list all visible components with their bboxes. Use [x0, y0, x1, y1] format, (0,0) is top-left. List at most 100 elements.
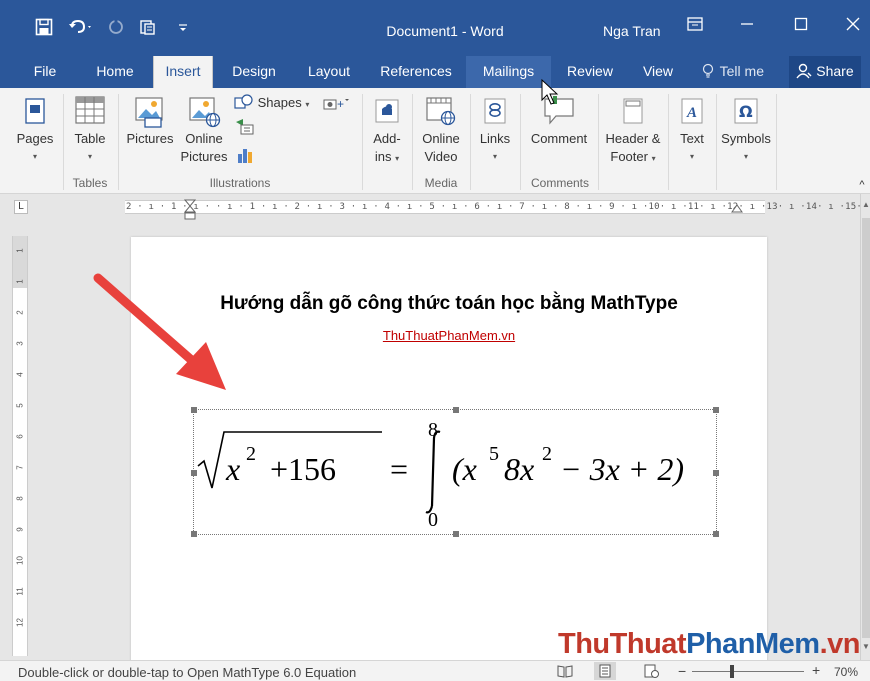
svg-text:+: + [337, 97, 344, 110]
smartart-button[interactable] [234, 118, 256, 141]
zoom-level[interactable]: 70% [834, 665, 858, 679]
vertical-ruler-number: 1 [15, 248, 25, 253]
maximize-icon[interactable] [786, 16, 816, 36]
tab-references[interactable]: References [374, 56, 458, 88]
read-mode-icon[interactable] [557, 664, 573, 681]
close-icon[interactable] [838, 16, 868, 36]
mathtype-equation[interactable]: x 2 +156 = 8 0 (x 5 8x 2 − 3x + 2) [191, 407, 719, 537]
tab-review[interactable]: Review [559, 56, 621, 88]
zoom-in-icon[interactable]: + [812, 662, 820, 678]
eq-upper-limit: 8 [428, 419, 438, 441]
lightbulb-icon [702, 56, 716, 86]
eq-sqrt-arg: x [225, 451, 240, 487]
text-box-icon: A [670, 92, 714, 130]
vertical-ruler-number: 8 [15, 496, 25, 501]
zoom-slider[interactable] [692, 671, 804, 672]
scroll-thumb[interactable] [862, 218, 870, 638]
eq-body-1: (x [452, 451, 477, 487]
right-indent-icon[interactable] [731, 199, 743, 218]
table-icon [67, 92, 113, 130]
symbols-label: Symbols [721, 131, 771, 146]
document-link[interactable]: ThuThuatPhanMem.vn [131, 328, 767, 343]
user-name[interactable]: Nga Tran [603, 23, 661, 39]
watermark-logo: ThuThuatPhanMem.vn [558, 628, 860, 661]
svg-text:A: A [686, 105, 697, 121]
video-icon [416, 92, 466, 130]
eq-exp-1: 5 [489, 443, 499, 465]
shapes-icon [234, 94, 258, 110]
addins-button[interactable]: Add- ins ▾ [366, 92, 408, 168]
vertical-ruler-number: 4 [15, 372, 25, 377]
tab-mailings[interactable]: Mailings [466, 56, 551, 88]
minimize-icon[interactable] [732, 16, 762, 36]
online-picture-icon [178, 92, 230, 130]
comment-icon [524, 92, 594, 130]
online-pictures-label-2: Pictures [180, 149, 228, 164]
illustrations-group-label: Illustrations [209, 176, 271, 190]
zoom-out-icon[interactable]: − [678, 663, 686, 679]
ribbon-display-icon[interactable] [680, 16, 710, 36]
online-video-label-1: Online [422, 131, 460, 146]
tell-me-box[interactable]: Tell me [702, 56, 764, 88]
integral-sign [425, 430, 441, 514]
table-button[interactable]: Table ▾ [67, 92, 113, 166]
online-pictures-label-1: Online [185, 131, 223, 146]
tab-design[interactable]: Design [224, 56, 284, 88]
web-layout-icon[interactable] [644, 664, 660, 681]
tab-layout[interactable]: Layout [300, 56, 358, 88]
links-button[interactable]: Links ▾ [474, 92, 516, 166]
zoom-slider-thumb[interactable] [730, 665, 734, 678]
vertical-ruler-number: 11 [15, 587, 25, 596]
chart-button[interactable] [234, 146, 256, 169]
tab-home[interactable]: Home [88, 56, 142, 88]
scroll-down-icon[interactable]: ▼ [862, 642, 870, 654]
link-icon [474, 92, 516, 130]
person-icon [796, 63, 816, 79]
indent-marker-icon[interactable] [183, 199, 197, 226]
tables-group-label: Tables [72, 176, 108, 190]
eq-lower-limit: 0 [428, 509, 438, 531]
print-layout-icon[interactable] [594, 662, 616, 680]
vertical-ruler-number: 5 [15, 403, 25, 408]
tab-file[interactable]: File [24, 56, 66, 88]
tab-view[interactable]: View [634, 56, 682, 88]
document-heading[interactable]: Hướng dẫn gõ công thức toán học bằng Mat… [131, 293, 767, 315]
vertical-ruler-number: 1 [15, 279, 25, 284]
pages-icon [10, 92, 60, 130]
eq-sqrt-exp: 2 [246, 443, 256, 465]
store-icon [366, 92, 408, 130]
symbols-button[interactable]: Ω Symbols ▾ [718, 92, 774, 166]
vertical-scrollbar[interactable]: ▲ ▼ [860, 194, 870, 660]
eq-sqrt-rest: +156 [270, 451, 336, 487]
equation-render: x 2 +156 = 8 0 (x 5 8x 2 − 3x + 2) [197, 419, 684, 531]
watermark-part-2: PhanMem [686, 628, 820, 660]
ribbon-tabs: File Home Insert Design Layout Reference… [0, 56, 870, 88]
eq-body-2: 8x [504, 451, 534, 487]
text-button[interactable]: A Text ▾ [670, 92, 714, 166]
vertical-ruler-number: 6 [15, 434, 25, 439]
online-video-button[interactable]: Online Video [416, 92, 466, 166]
share-button[interactable]: Share [789, 56, 861, 88]
ruler-marks: 2 · ı · 1 · ı · · ı · 1 · ı · 2 · ı · 3 … [126, 202, 870, 212]
document-page[interactable]: Hướng dẫn gõ công thức toán học bằng Mat… [131, 237, 767, 663]
eq-equals: = [390, 451, 408, 487]
tab-selector[interactable]: L [14, 200, 28, 214]
tell-me-label: Tell me [719, 63, 764, 79]
omega-icon: Ω [718, 92, 774, 130]
comment-button[interactable]: Comment [524, 92, 594, 148]
vertical-ruler-number: 9 [15, 527, 25, 532]
online-pictures-button[interactable]: Online Pictures [178, 92, 230, 166]
pages-button[interactable]: Pages ▾ [10, 92, 60, 166]
tab-insert[interactable]: Insert [153, 56, 213, 88]
header-footer-button[interactable]: Header & Footer ▾ [600, 92, 666, 168]
collapse-ribbon-icon[interactable]: ^ [856, 176, 868, 194]
shapes-button[interactable]: Shapes ▾ [234, 94, 314, 114]
pictures-button[interactable]: Pictures [122, 92, 178, 148]
status-message: Double-click or double-tap to Open MathT… [18, 665, 357, 680]
shapes-label: Shapes [257, 95, 302, 110]
pages-label: Pages [16, 131, 54, 146]
header-icon [600, 92, 666, 130]
screenshot-button[interactable]: + [319, 94, 353, 115]
vertical-ruler-number: 3 [15, 341, 25, 346]
scroll-up-icon[interactable]: ▲ [862, 200, 870, 212]
